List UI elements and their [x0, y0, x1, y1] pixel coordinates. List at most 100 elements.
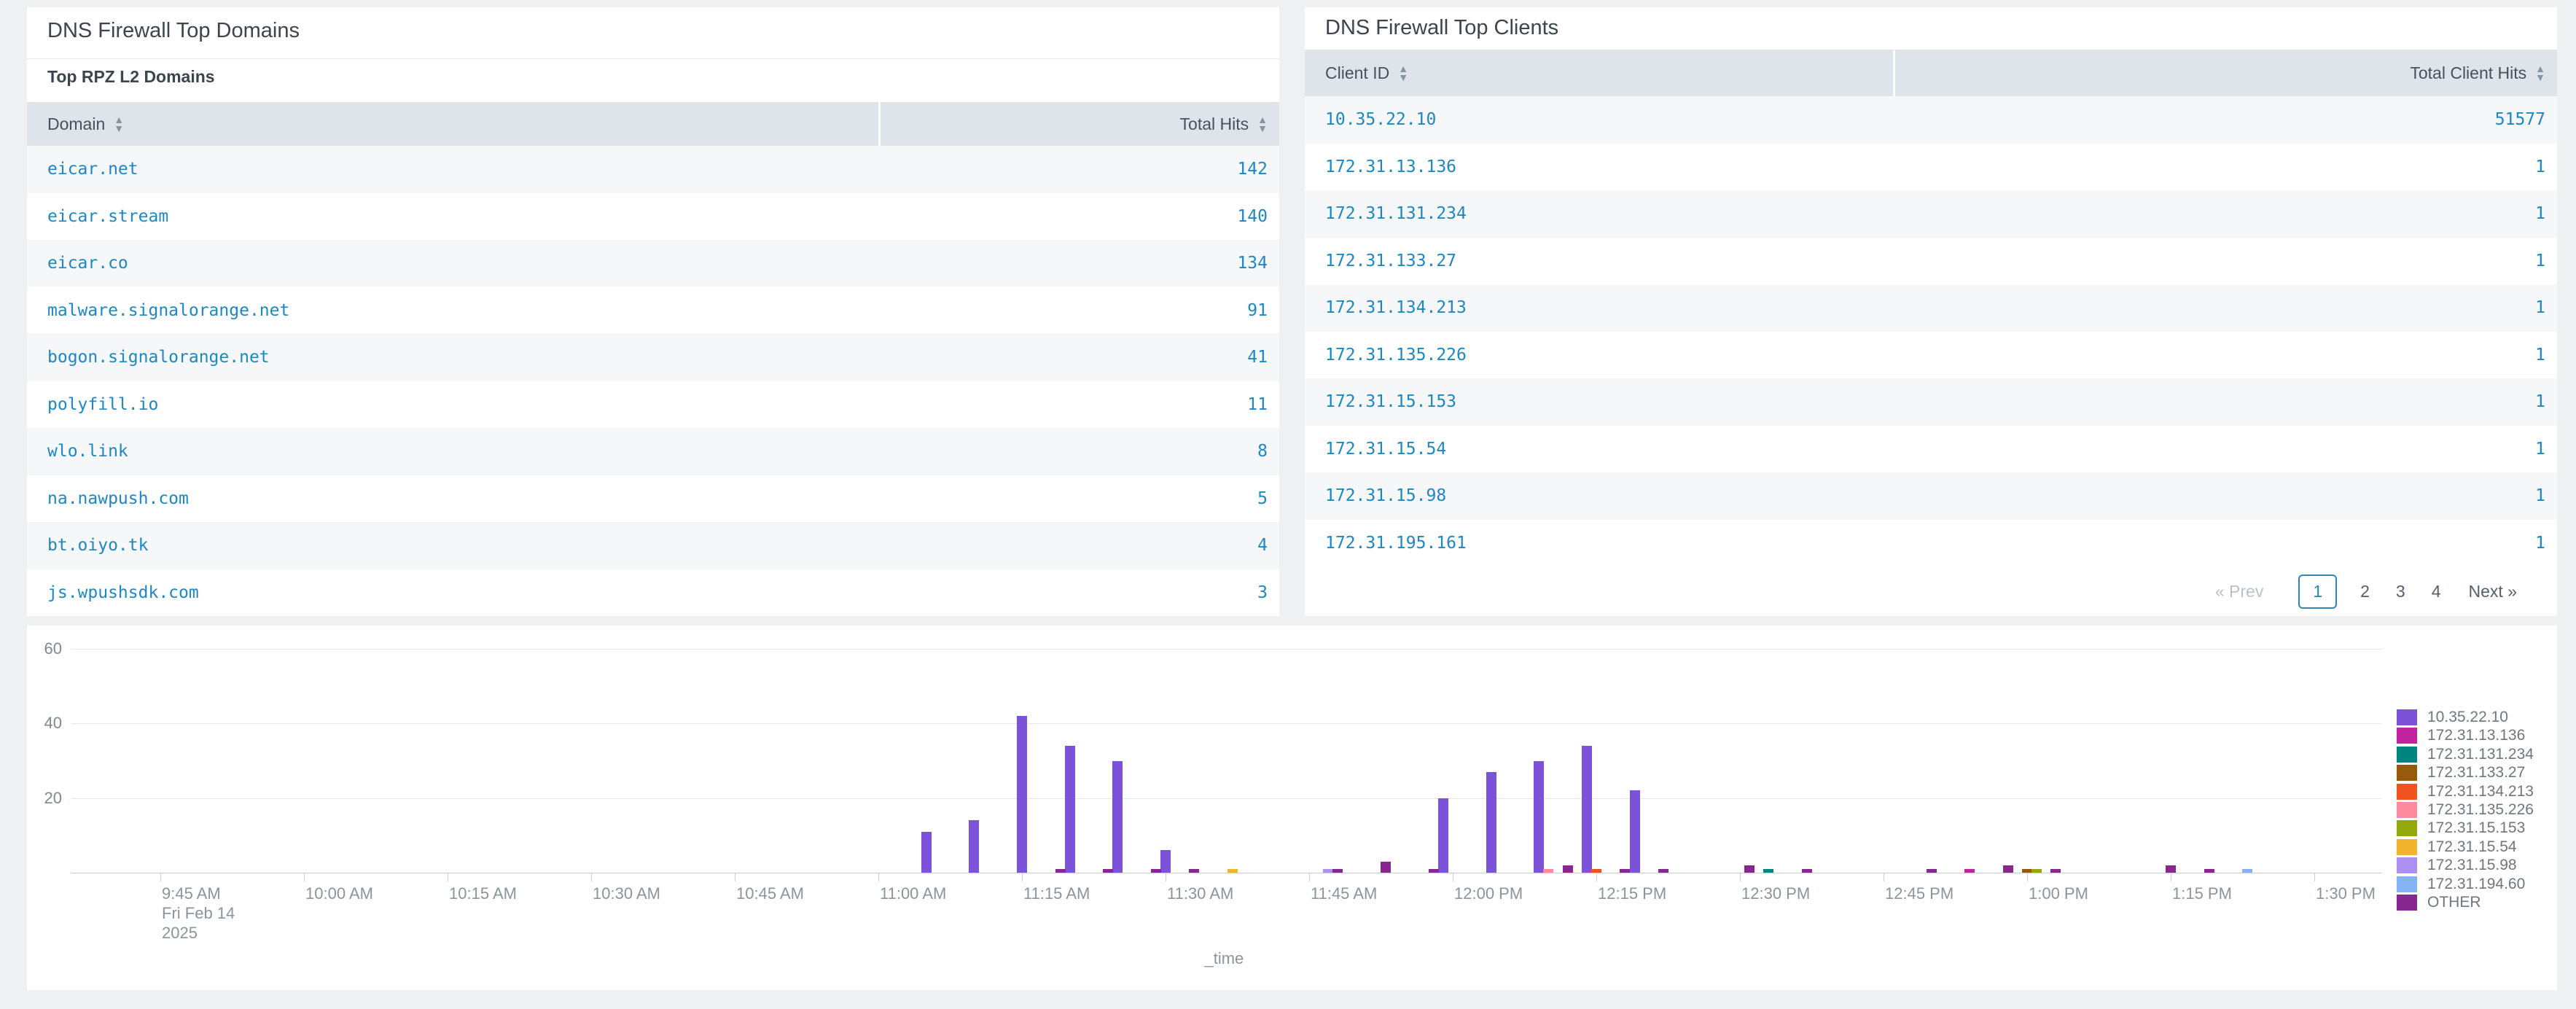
client-link[interactable]: 172.31.15.153	[1305, 392, 1893, 411]
hits-value[interactable]: 4	[878, 536, 1279, 555]
chart-bar-OTHER[interactable]	[1189, 869, 1199, 873]
client-link[interactable]: 10.35.22.10	[1305, 110, 1893, 129]
legend-item-172.31.15.98[interactable]: 172.31.15.98	[2397, 857, 2517, 874]
legend-item-172.31.133.27[interactable]: 172.31.133.27	[2397, 764, 2525, 782]
chart-bar-10.35.22.10[interactable]	[969, 820, 979, 873]
legend-item-172.31.194.60[interactable]: 172.31.194.60	[2397, 876, 2525, 893]
hits-value[interactable]: 1	[1893, 204, 2557, 223]
domain-link[interactable]: js.wpushsdk.com	[27, 583, 878, 602]
chart-bar-OTHER[interactable]	[1744, 865, 1755, 873]
chart-bar-172.31.134.213[interactable]	[1591, 869, 1601, 873]
hits-value[interactable]: 51577	[1893, 110, 2557, 129]
pagination-page-3[interactable]: 3	[2396, 582, 2405, 601]
hits-value[interactable]: 41	[878, 348, 1279, 367]
chart-bar-OTHER[interactable]	[1563, 865, 1573, 873]
legend-item-OTHER[interactable]: OTHER	[2397, 894, 2481, 911]
chart-bar-172.31.15.54[interactable]	[1227, 869, 1238, 873]
pagination-page-1[interactable]: 1	[2298, 574, 2337, 609]
chart-bar-OTHER[interactable]	[2166, 865, 2176, 873]
column-header-client-id[interactable]: Client ID ▲▼	[1305, 50, 1893, 96]
legend-item-172.31.131.234[interactable]: 172.31.131.234	[2397, 746, 2534, 763]
hits-value[interactable]: 1	[1893, 392, 2557, 411]
client-link[interactable]: 172.31.133.27	[1305, 252, 1893, 270]
domain-link[interactable]: na.nawpush.com	[27, 489, 878, 508]
domain-link[interactable]: eicar.net	[27, 160, 878, 179]
hits-value[interactable]: 1	[1893, 440, 2557, 459]
column-header-domain[interactable]: Domain ▲▼	[27, 102, 878, 146]
chart-bar-172.31.135.226[interactable]	[1543, 869, 1553, 873]
client-link[interactable]: 172.31.13.136	[1305, 157, 1893, 176]
client-link[interactable]: 172.31.135.226	[1305, 346, 1893, 365]
chart-bar-172.31.13.136[interactable]	[1964, 869, 1975, 873]
domain-link[interactable]: bogon.signalorange.net	[27, 348, 878, 367]
hits-value[interactable]: 11	[878, 395, 1279, 414]
chart-bar-10.35.22.10[interactable]	[1630, 790, 1640, 873]
pagination-page-2[interactable]: 2	[2360, 582, 2370, 601]
chart-bar-OTHER[interactable]	[1927, 869, 1937, 873]
chart-bar-172.31.15.153[interactable]	[2031, 869, 2042, 873]
chart-bar-10.35.22.10[interactable]	[1017, 716, 1027, 873]
hits-value[interactable]: 91	[878, 301, 1279, 320]
domain-link[interactable]: polyfill.io	[27, 395, 878, 414]
chart-bar-10.35.22.10[interactable]	[1582, 746, 1592, 873]
legend-item-172.31.135.226[interactable]: 172.31.135.226	[2397, 801, 2534, 819]
column-header-total-client-hits[interactable]: Total Client Hits ▲▼	[1895, 50, 2557, 96]
hits-value[interactable]: 142	[878, 160, 1279, 179]
legend-item-10.35.22.10[interactable]: 10.35.22.10	[2397, 709, 2508, 726]
pagination-page-4[interactable]: 4	[2432, 582, 2441, 601]
legend-item-172.31.15.54[interactable]: 172.31.15.54	[2397, 838, 2517, 856]
chart-bar-OTHER[interactable]	[1151, 869, 1161, 873]
legend-item-172.31.13.136[interactable]: 172.31.13.136	[2397, 727, 2525, 744]
chart-bar-OTHER[interactable]	[2050, 869, 2061, 873]
sort-icon: ▲▼	[1257, 115, 1268, 133]
hits-value[interactable]: 1	[1893, 534, 2557, 553]
chart-bar-OTHER[interactable]	[2003, 865, 2013, 873]
chart-bar-172.31.194.60[interactable]	[2242, 869, 2252, 873]
chart-bar-10.35.22.10[interactable]	[1160, 850, 1171, 873]
chart-bar-OTHER[interactable]	[1381, 862, 1391, 873]
chart-bar-10.35.22.10[interactable]	[921, 832, 932, 873]
chart-bar-172.31.131.234[interactable]	[1763, 869, 1773, 873]
hits-value[interactable]: 3	[878, 583, 1279, 602]
hits-value[interactable]: 1	[1893, 157, 2557, 176]
chart-bar-10.35.22.10[interactable]	[1438, 798, 1448, 873]
client-link[interactable]: 172.31.131.234	[1305, 204, 1893, 223]
chart-bar-OTHER[interactable]	[1103, 869, 1113, 873]
hits-value[interactable]: 134	[878, 254, 1279, 273]
chart-bar-OTHER[interactable]	[1658, 869, 1668, 873]
client-link[interactable]: 172.31.15.98	[1305, 486, 1893, 505]
chart-bar-OTHER[interactable]	[1620, 869, 1630, 873]
hits-value[interactable]: 140	[878, 207, 1279, 226]
chart-bar-10.35.22.10[interactable]	[1065, 746, 1075, 873]
chart-bar-10.35.22.10[interactable]	[1534, 761, 1544, 873]
legend-item-172.31.134.213[interactable]: 172.31.134.213	[2397, 783, 2534, 800]
hits-value[interactable]: 8	[878, 442, 1279, 461]
chart-bar-10.35.22.10[interactable]	[1112, 761, 1123, 873]
chart-bar-OTHER[interactable]	[2204, 869, 2214, 873]
domain-link[interactable]: malware.signalorange.net	[27, 301, 878, 320]
chart-bar-OTHER[interactable]	[1055, 869, 1066, 873]
hits-value[interactable]: 1	[1893, 486, 2557, 505]
domain-link[interactable]: wlo.link	[27, 442, 878, 461]
legend-swatch	[2397, 728, 2417, 744]
hits-value[interactable]: 5	[878, 489, 1279, 508]
chart-bar-OTHER[interactable]	[1429, 869, 1439, 873]
chart-bar-OTHER[interactable]	[1332, 869, 1343, 873]
client-link[interactable]: 172.31.195.161	[1305, 534, 1893, 553]
domain-link[interactable]: eicar.stream	[27, 207, 878, 226]
chart-bar-172.31.133.27[interactable]	[2022, 869, 2032, 873]
client-link[interactable]: 172.31.134.213	[1305, 298, 1893, 317]
client-link[interactable]: 172.31.15.54	[1305, 440, 1893, 459]
column-header-total-hits[interactable]: Total Hits ▲▼	[881, 102, 1279, 146]
chart-bar-OTHER[interactable]	[1802, 869, 1812, 873]
chart-bar-10.35.22.10[interactable]	[1486, 772, 1496, 873]
domain-link[interactable]: eicar.co	[27, 254, 878, 273]
legend-item-172.31.15.153[interactable]: 172.31.15.153	[2397, 819, 2525, 837]
pagination-next[interactable]: Next »	[2469, 582, 2517, 601]
pagination-prev[interactable]: « Prev	[2215, 582, 2263, 601]
hits-value[interactable]: 1	[1893, 346, 2557, 365]
domain-link[interactable]: bt.oiyo.tk	[27, 536, 878, 555]
hits-value[interactable]: 1	[1893, 298, 2557, 317]
hits-value[interactable]: 1	[1893, 252, 2557, 270]
chart-bar-172.31.15.98[interactable]	[1323, 869, 1333, 873]
